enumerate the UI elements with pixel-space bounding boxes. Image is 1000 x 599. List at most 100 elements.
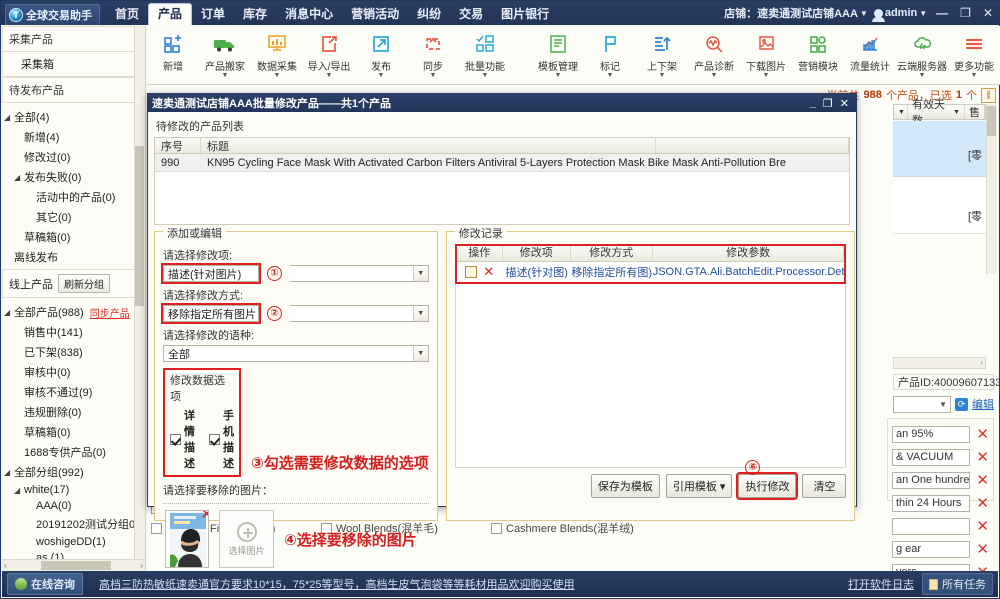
toolbar-button-new[interactable]: 新增	[147, 30, 199, 79]
language-select-dialog[interactable]: 全部 ▼	[163, 345, 429, 362]
shop-selector[interactable]: 店铺：速卖通测试店铺AAA ▼	[724, 5, 868, 21]
scroll-right-arrow-icon[interactable]: ›	[140, 561, 143, 570]
sidebar-section-collect[interactable]: 采集产品	[2, 26, 145, 52]
window-minimize-button[interactable]: —	[933, 6, 951, 20]
column-header-modify-way[interactable]: 修改方式	[571, 246, 653, 261]
toolbar-button-mark[interactable]: 标记 ▼	[584, 30, 636, 79]
toolbar-button-traffic-stats[interactable]: 流量统计	[844, 30, 896, 79]
toolbar-button-import-export[interactable]: 导入/导出 ▼	[303, 30, 355, 79]
window-close-button[interactable]: ✕	[980, 6, 996, 20]
selected-image-thumbnail[interactable]: ✕	[165, 510, 209, 568]
toolbar-button-product-move[interactable]: 产品搬家 ▼	[199, 30, 251, 79]
product-grid-row[interactable]: [零	[893, 178, 986, 234]
expand-triangle-icon[interactable]: ◢	[4, 308, 14, 317]
refresh-icon[interactable]: ⟳	[955, 397, 968, 411]
sidebar-section-pending[interactable]: 待发布产品	[2, 77, 145, 103]
chevron-down-icon[interactable]: ▼	[953, 109, 960, 116]
nav-item-inventory[interactable]: 库存	[234, 4, 276, 25]
all-tasks-button[interactable]: 所有任务	[922, 573, 993, 595]
user-menu[interactable]: admin ▼	[871, 7, 927, 22]
record-row[interactable]: ✕ 描述(针对图) 移除指定所有图) JSON.GTA.Ali.BatchEdi…	[457, 262, 844, 282]
nav-item-transactions[interactable]: 交易	[450, 4, 492, 25]
checkbox-checked-icon[interactable]	[209, 433, 220, 445]
sidebar-item-violation-deleted[interactable]: 违规删除(0)	[2, 402, 145, 422]
sidebar-item-group-woshigedd[interactable]: woshigeDD(1)	[2, 534, 145, 550]
sidebar-item-online-drafts[interactable]: 草稿箱(0)	[2, 422, 145, 442]
sidebar-horizontal-scrollbar[interactable]: ‹ ›	[2, 559, 145, 571]
modify-way-select[interactable]: 移除指定所有图片	[161, 303, 261, 324]
expand-triangle-icon[interactable]: ◢	[4, 468, 14, 477]
sidebar-item-offline-publish[interactable]: 离线发布	[2, 247, 145, 267]
column-header-title[interactable]: 标题	[201, 138, 656, 153]
toolbar-button-sync[interactable]: 同步 ▼	[407, 30, 459, 79]
dialog-close-button[interactable]: ✕	[840, 97, 849, 110]
toolbar-button-more[interactable]: 更多功能 ▼	[948, 30, 1000, 79]
nav-item-messages[interactable]: 消息中心	[276, 4, 342, 25]
sync-products-link[interactable]: 同步产品	[90, 305, 130, 320]
sidebar-vertical-scrollbar[interactable]	[134, 26, 145, 559]
modify-item-select[interactable]: 描述(针对图片)	[161, 263, 261, 284]
delete-icon[interactable]: ✕	[976, 542, 989, 557]
sidebar-item-others[interactable]: 其它(0)	[2, 207, 145, 227]
filter-icon[interactable]: ⫼	[981, 87, 996, 103]
toolbar-button-marketing-module[interactable]: 营销模块	[792, 30, 844, 79]
material-checkbox-item[interactable]: Cashmere Blends(混羊绒)	[491, 520, 661, 536]
sidebar-item-all-groups[interactable]: ◢ 全部分组(992)	[2, 462, 145, 482]
checkbox-checked-icon[interactable]	[170, 433, 181, 445]
delete-icon[interactable]: ✕	[976, 427, 989, 442]
column-header-index[interactable]: 序号	[155, 138, 201, 153]
delete-icon[interactable]: ✕	[976, 473, 989, 488]
expand-triangle-icon[interactable]: ◢	[4, 113, 14, 122]
attribute-value-input[interactable]: an One hundred thousan	[892, 471, 971, 489]
execute-modify-button[interactable]: 执行修改	[736, 472, 799, 500]
attribute-value-input[interactable]: g ear	[892, 540, 971, 558]
nav-item-home[interactable]: 首页	[106, 4, 148, 25]
nav-item-marketing[interactable]: 营销活动	[342, 4, 408, 25]
sidebar-item-1688-products[interactable]: 1688专供产品(0)	[2, 442, 145, 462]
sidebar-item-modified[interactable]: 修改过(0)	[2, 147, 145, 167]
product-list-row[interactable]: 990 KN95 Cycling Face Mask With Activate…	[155, 154, 849, 172]
sidebar-item-offline[interactable]: 已下架(838)	[2, 342, 145, 362]
column-header-modify-param[interactable]: 修改参数	[653, 246, 845, 261]
dialog-minimize-button[interactable]: _	[810, 97, 816, 110]
sidebar-item-group-white[interactable]: ◢ white(17)	[2, 482, 145, 498]
nav-item-orders[interactable]: 订单	[192, 4, 234, 25]
select-image-button[interactable]: 选择图片	[219, 510, 274, 568]
toolbar-button-download-image[interactable]: 下载图片 ▼	[740, 30, 792, 79]
column-header-modify-item[interactable]: 修改项	[503, 246, 571, 261]
toolbar-button-batch[interactable]: 批量功能 ▼	[459, 30, 511, 79]
chevron-down-icon[interactable]: ▼	[412, 306, 428, 321]
scrollbar-thumb[interactable]	[135, 146, 144, 306]
chevron-down-icon[interactable]: ▼	[898, 109, 905, 116]
sidebar-item-all-products[interactable]: ◢ 全部产品(988) 同步产品	[2, 302, 145, 322]
sidebar-item-group-aaa[interactable]: AAA(0)	[2, 498, 145, 514]
window-restore-button[interactable]: ❐	[957, 6, 974, 20]
toolbar-button-data-collect[interactable]: 数据采集 ▼	[251, 30, 303, 79]
expand-triangle-icon[interactable]: ◢	[14, 486, 24, 495]
sidebar-item-new[interactable]: 新增(4)	[2, 127, 145, 147]
scrollbar-thumb[interactable]	[987, 106, 996, 136]
checkbox-icon[interactable]	[151, 522, 162, 534]
sidebar-item-reviewing[interactable]: 审核中(0)	[2, 362, 145, 382]
sidebar-item-drafts[interactable]: 草稿箱(0)	[2, 227, 145, 247]
nav-item-disputes[interactable]: 纠纷	[408, 4, 450, 25]
dialog-maximize-button[interactable]: ❐	[823, 97, 833, 110]
attribute-value-input[interactable]: & VACUUM	[892, 448, 971, 466]
marquee-announcement[interactable]: 高档三防热敏纸速卖通官方要求10*15，75*25等型号，高档生皮气泡袋等等耗材…	[99, 576, 575, 592]
chevron-down-icon[interactable]: ▼	[412, 266, 428, 281]
column-header-action[interactable]: 操作	[457, 246, 503, 261]
toolbar-button-cloud-server[interactable]: 云端服务器 ▼	[896, 30, 948, 79]
checkbox-detail-description[interactable]: 详情描述	[170, 407, 195, 471]
sidebar-item-review-failed[interactable]: 审核不通过(9)	[2, 382, 145, 402]
sidebar-item-publish-failed[interactable]: ◢ 发布失败(0)	[2, 167, 145, 187]
sidebar-item-all-pending[interactable]: ◢ 全部(4)	[2, 107, 145, 127]
grid-horizontal-scrollbar[interactable]: ›	[893, 357, 986, 369]
nav-item-products[interactable]: 产品	[148, 3, 193, 25]
toolbar-button-template-manage[interactable]: 模板管理 ▼	[532, 30, 584, 79]
checkbox-mobile-description[interactable]: 手机描述	[209, 407, 234, 471]
toolbar-button-diagnose[interactable]: 产品诊断 ▼	[688, 30, 740, 79]
sidebar-item-on-sale[interactable]: 销售中(141)	[2, 322, 145, 342]
toolbar-button-publish[interactable]: 发布 ▼	[355, 30, 407, 79]
remove-image-icon[interactable]: ✕	[200, 511, 208, 523]
nav-item-image-bank[interactable]: 图片银行	[492, 4, 558, 25]
